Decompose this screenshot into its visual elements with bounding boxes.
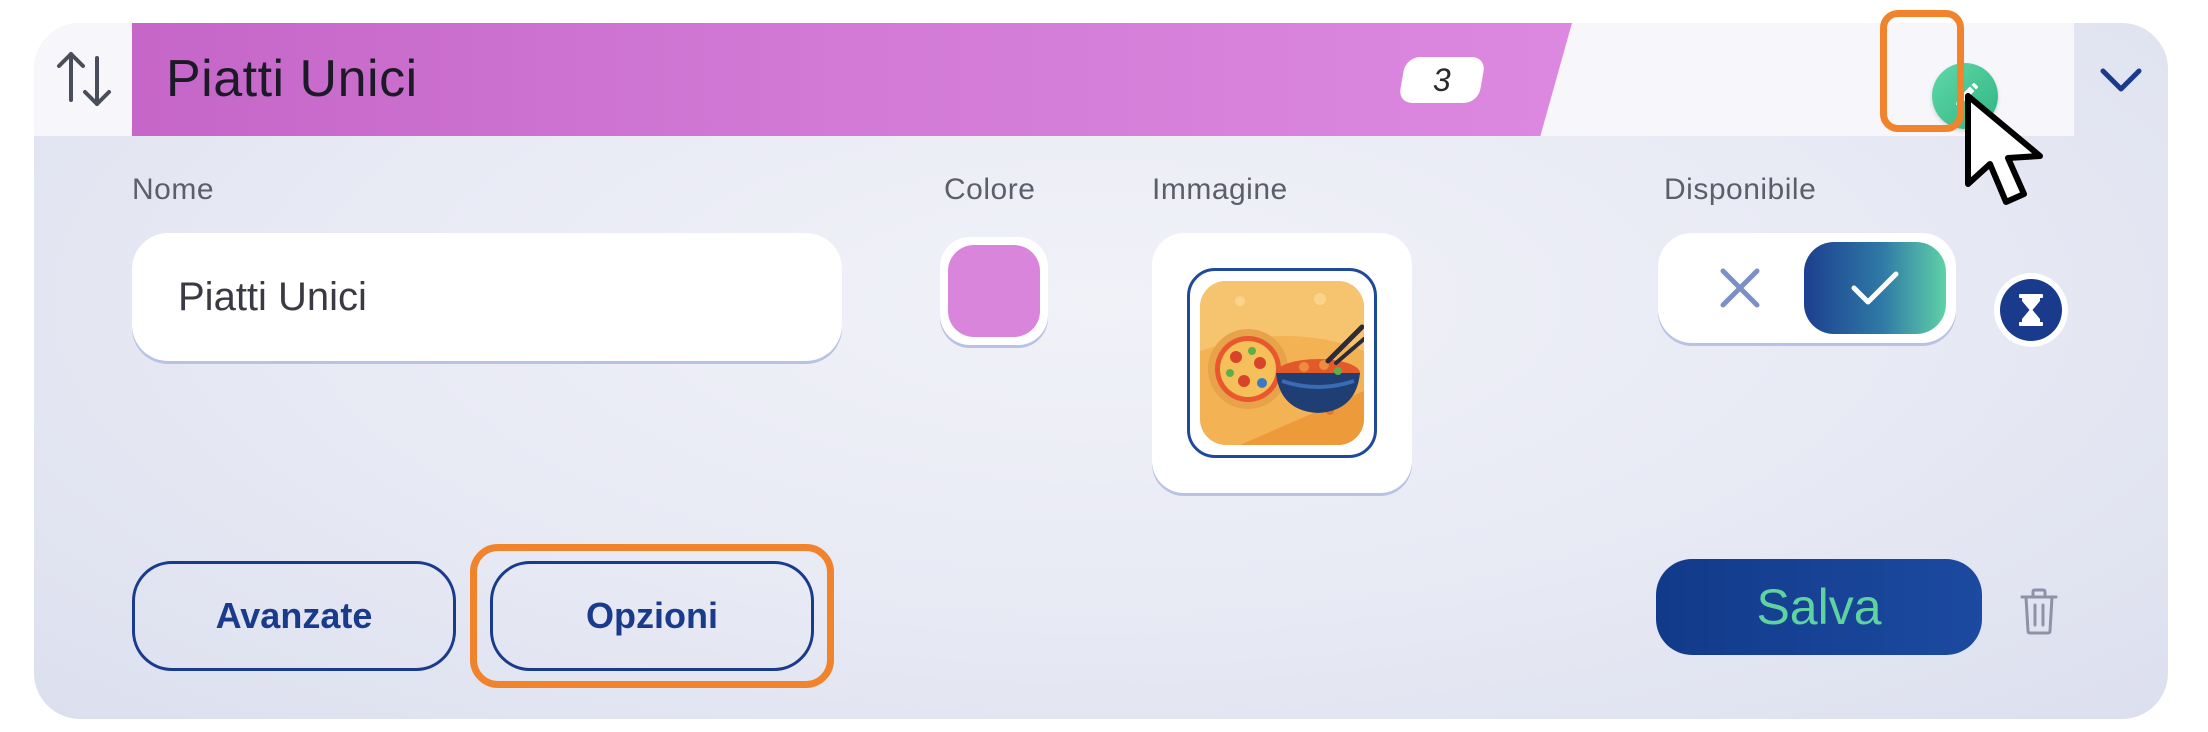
delete-button[interactable] [2014, 583, 2064, 639]
check-icon [1851, 271, 1899, 305]
image-picker[interactable] [1152, 233, 1412, 493]
collapse-button[interactable] [2074, 23, 2168, 136]
available-label: Disponibile [1664, 173, 1817, 206]
chevron-down-icon [2100, 68, 2142, 91]
availability-toggle[interactable] [1658, 233, 1956, 343]
category-title: Piatti Unici [166, 50, 418, 108]
schedule-button[interactable] [1994, 273, 2068, 347]
hourglass-icon [2019, 294, 2043, 326]
name-input[interactable] [132, 233, 842, 361]
sort-arrows-icon [57, 52, 111, 106]
image-label: Immagine [1152, 173, 1288, 206]
sort-handle[interactable] [48, 37, 120, 121]
category-card: Piatti Unici 3 Nome Colore Immagine Disp… [34, 23, 2168, 719]
edit-button[interactable] [1932, 63, 1998, 129]
trash-icon [2020, 588, 2058, 635]
advanced-button[interactable]: Avanzate [132, 561, 456, 671]
color-swatch-fill [948, 245, 1040, 337]
schedule-button-inner [2000, 279, 2062, 341]
food-illustration-icon [1200, 281, 1364, 445]
category-image-frame [1187, 268, 1377, 458]
options-button[interactable]: Opzioni [490, 561, 814, 671]
item-count-badge: 3 [1397, 57, 1487, 103]
save-button[interactable]: Salva [1656, 559, 1982, 655]
available-option[interactable] [1804, 242, 1946, 334]
unavailable-option[interactable] [1688, 253, 1792, 323]
pencil-icon [1956, 83, 1978, 105]
item-count: 3 [1433, 61, 1451, 98]
color-picker[interactable] [940, 237, 1048, 345]
name-label: Nome [132, 173, 215, 206]
color-label: Colore [944, 173, 1036, 206]
x-icon [1720, 268, 1760, 308]
